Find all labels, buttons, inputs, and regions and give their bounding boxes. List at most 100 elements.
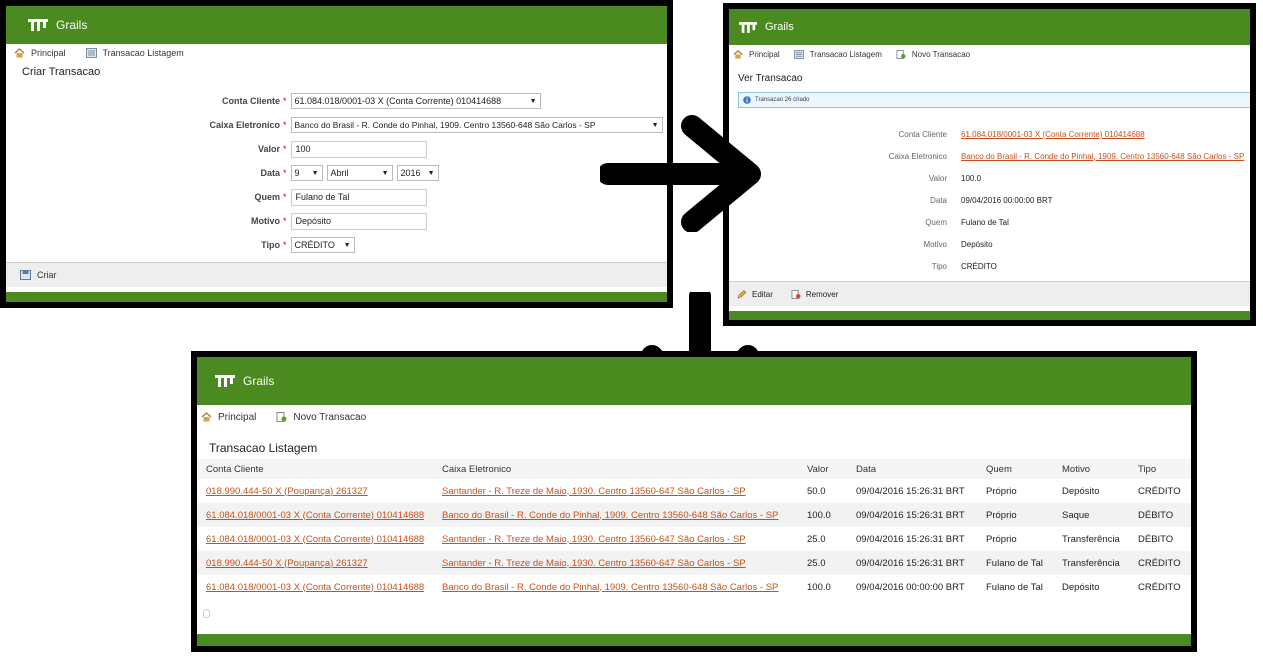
list-icon — [793, 49, 804, 59]
table-header-row: Conta Cliente Caixa Eletronico Valor Dat… — [197, 459, 1191, 479]
nav-new-link[interactable]: Novo Transacao — [896, 49, 971, 59]
grails-logo-icon — [739, 21, 757, 33]
field-motivo: Motivo * Depósito — [6, 212, 427, 230]
col-data[interactable]: Data — [855, 459, 985, 479]
caixa-eletronico-link[interactable]: Banco do Brasil - R. Conde do Pinhal, 19… — [442, 510, 778, 521]
conta-cliente-select[interactable]: 61.084.018/0001-03 X (Conta Corrente) 01… — [290, 93, 541, 109]
cell-quem: Próprio — [986, 533, 1017, 545]
nav-home-link[interactable]: Principal — [201, 412, 256, 423]
message-text: Transacao 26 criado — [755, 97, 810, 103]
col-conta-cliente[interactable]: Conta Cliente — [197, 459, 441, 479]
valor-input[interactable]: 100 — [290, 140, 427, 158]
conta-cliente-link[interactable]: 61.084.018/0001-03 X (Conta Corrente) 01… — [206, 534, 424, 545]
nav-home-link[interactable]: Principal — [14, 48, 66, 58]
nav-home-link[interactable]: Principal — [733, 50, 780, 59]
new-icon — [896, 49, 906, 59]
select-value: 9 — [294, 168, 300, 178]
caixa-eletronico-link[interactable]: Santander - R. Treze de Maio, 1930. Cent… — [442, 534, 746, 545]
conta-cliente-link[interactable]: 018.990.444-50 X (Poupança) 261327 — [206, 558, 368, 569]
page-title: Criar Transacao — [22, 66, 101, 78]
field-label: Quem — [254, 192, 280, 202]
app-brand: Grails — [765, 21, 794, 33]
detail-value: Depósito — [961, 239, 993, 249]
detail-quem: Quem Fulano de Tal — [729, 211, 1244, 233]
detail-data: Data 09/04/2016 00:00:00 BRT — [729, 189, 1244, 211]
conta-cliente-link[interactable]: 61.084.018/0001-03 X (Conta Corrente) 01… — [206, 582, 424, 593]
table-row: 61.084.018/0001-03 X (Conta Corrente) 01… — [197, 575, 1191, 599]
ver-transacao-panel: Grails Principal Transacao Listagem Novo… — [723, 3, 1256, 326]
year-select[interactable]: 2016 ▼ — [396, 165, 439, 181]
nav-new-link[interactable]: Novo Transacao — [276, 412, 366, 423]
select-value: 61.084.018/0001-03 X (Conta Corrente) 01… — [294, 96, 502, 106]
col-quem[interactable]: Quem — [985, 459, 1061, 479]
remove-button-label: Remover — [805, 289, 839, 299]
grails-logo-icon — [28, 19, 48, 31]
caixa-eletronico-link[interactable]: Banco do Brasil - R. Conde do Pinhal, 19… — [961, 152, 1244, 161]
cell-quem: Fulano de Tal — [986, 581, 1043, 593]
day-select[interactable]: 9 ▼ — [290, 165, 323, 181]
detail-value: Fulano de Tal — [961, 217, 1009, 227]
save-icon — [20, 270, 31, 280]
nav-home-label: Principal — [749, 49, 780, 59]
table-row: 61.084.018/0001-03 X (Conta Corrente) 01… — [197, 527, 1191, 551]
new-icon — [276, 412, 287, 422]
cell-tipo: DÉBITO — [1137, 503, 1191, 527]
grails-logo-icon — [215, 375, 235, 387]
nav-list-link[interactable]: Transacao Listagem — [793, 49, 882, 59]
field-data: Data * 9 ▼ Abril ▼ 2016 ▼ — [6, 164, 439, 182]
motivo-input[interactable]: Depósito — [290, 212, 427, 230]
cell-data: 09/04/2016 15:26:31 BRT — [855, 551, 985, 575]
home-icon — [201, 412, 212, 422]
remove-button[interactable]: Remover — [791, 289, 839, 299]
field-valor: Valor * 100 — [6, 140, 427, 158]
info-icon — [743, 96, 751, 104]
chevron-down-icon: ▼ — [529, 97, 537, 105]
quem-input[interactable]: Fulano de Tal — [290, 188, 427, 206]
col-caixa-eletronico[interactable]: Caixa Eletronico — [441, 459, 806, 479]
caixa-eletronico-link[interactable]: Santander - R. Treze de Maio, 1930. Cent… — [442, 558, 746, 569]
select-value: 2016 — [400, 168, 421, 178]
cell-valor: 25.0 — [806, 551, 855, 575]
detail-list: Conta Cliente 61.084.018/0001-03 X (Cont… — [729, 123, 1245, 277]
button-bar: Editar Remover — [729, 281, 1250, 306]
select-value: CRÉDITO — [294, 240, 335, 250]
nav-new-label: Novo Transacao — [293, 411, 367, 423]
chevron-down-icon: ▼ — [343, 241, 351, 249]
detail-conta-cliente: Conta Cliente 61.084.018/0001-03 X (Cont… — [729, 123, 1244, 145]
conta-cliente-link[interactable]: 018.990.444-50 X (Poupança) 261327 — [206, 486, 368, 497]
col-valor[interactable]: Valor — [806, 459, 855, 479]
remove-icon — [791, 289, 801, 299]
detail-value: CRÉDITO — [961, 261, 997, 271]
cell-valor: 50.0 — [807, 485, 826, 497]
cell-data: 09/04/2016 15:26:31 BRT — [855, 503, 985, 527]
cell-motivo: Depósito — [1062, 581, 1100, 593]
message-box: Transacao 26 criado — [738, 92, 1250, 108]
create-button[interactable]: Criar — [20, 270, 57, 280]
cell-data: 09/04/2016 00:00:00 BRT — [856, 581, 965, 593]
required-mark: * — [283, 144, 287, 154]
app-brand: Grails — [56, 18, 88, 32]
caixa-eletronico-link[interactable]: Banco do Brasil - R. Conde do Pinhal, 19… — [442, 582, 778, 593]
required-mark: * — [283, 216, 287, 226]
conta-cliente-link[interactable]: 61.084.018/0001-03 X (Conta Corrente) 01… — [961, 130, 1145, 139]
col-motivo[interactable]: Motivo — [1061, 459, 1137, 479]
button-bar: Criar — [6, 262, 667, 287]
transacao-listagem-panel: Grails Principal Novo Transacao Transaca… — [191, 351, 1197, 652]
cell-quem: Fulano de Tal — [985, 551, 1061, 575]
tipo-select[interactable]: CRÉDITO ▼ — [290, 237, 355, 253]
col-tipo[interactable]: Tipo — [1137, 459, 1191, 479]
caixa-eletronico-link[interactable]: Santander - R. Treze de Maio, 1930. Cent… — [442, 486, 746, 497]
cell-tipo: DÉBITO — [1138, 533, 1174, 545]
field-conta-cliente: Conta Cliente * 61.084.018/0001-03 X (Co… — [6, 92, 541, 110]
field-label: Valor — [257, 144, 280, 154]
nav-new-label: Novo Transacao — [911, 49, 971, 59]
nav-list-link[interactable]: Transacao Listagem — [85, 48, 184, 58]
cell-valor: 25.0 — [807, 533, 826, 545]
nav-list-label: Transacao Listagem — [809, 49, 882, 59]
field-label: Conta Cliente — [221, 96, 280, 106]
month-select[interactable]: Abril ▼ — [326, 165, 393, 181]
nav-bar: Principal Novo Transacao — [197, 405, 1191, 429]
detail-label: Tipo — [931, 261, 947, 271]
chevron-down-icon: ▼ — [427, 169, 435, 177]
conta-cliente-link[interactable]: 61.084.018/0001-03 X (Conta Corrente) 01… — [206, 510, 424, 521]
